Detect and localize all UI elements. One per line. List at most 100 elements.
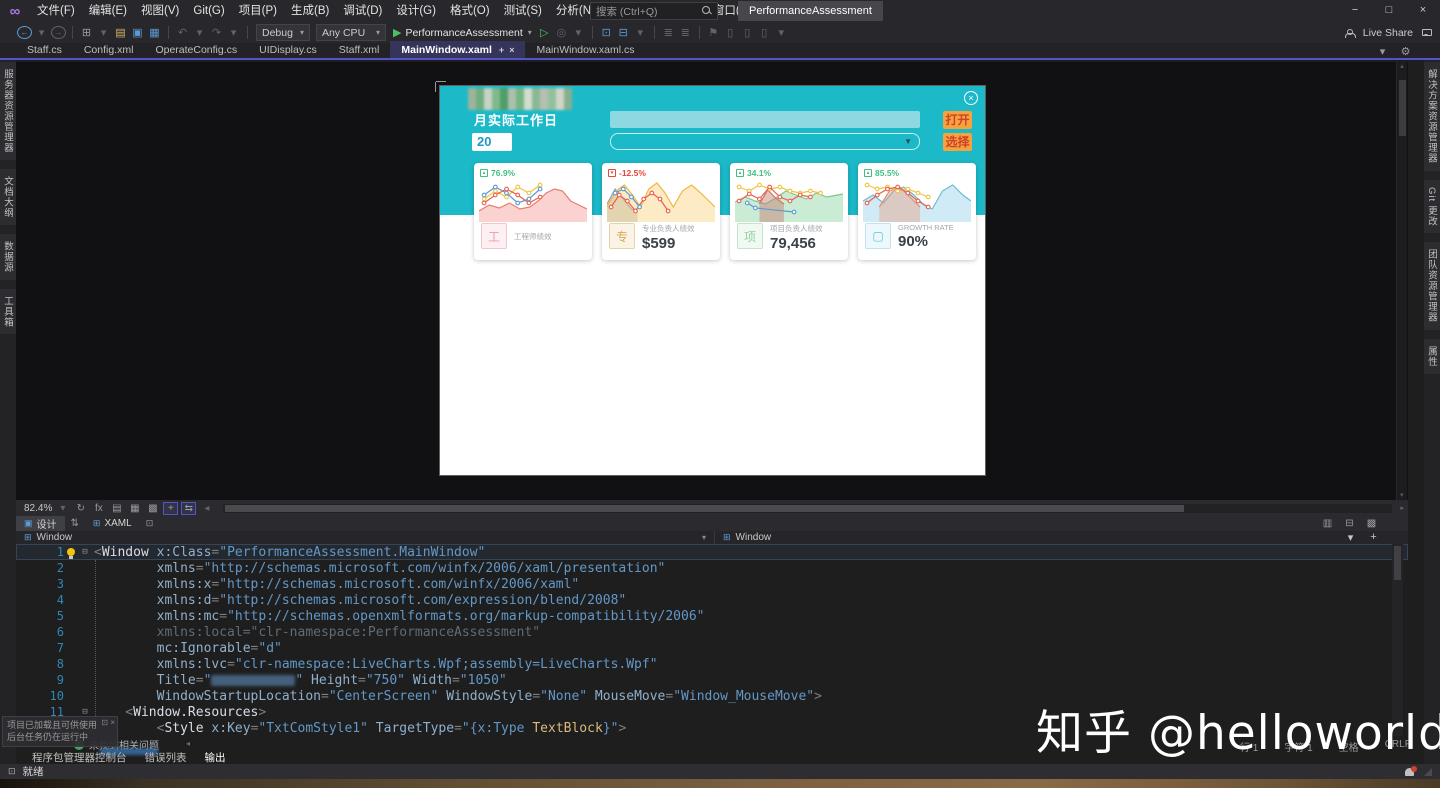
new-project-icon[interactable]: ⊞ (79, 26, 94, 39)
scrollbar-thumb[interactable] (1394, 546, 1401, 580)
zoom-level[interactable]: 82.4% (24, 503, 52, 514)
lightbulb-icon[interactable] (67, 548, 75, 556)
redo-icon[interactable]: ↷ (209, 26, 224, 39)
code-line[interactable]: 5 xmlns:mc="http://schemas.openxmlformat… (16, 608, 1408, 624)
split-add-icon[interactable]: + (1366, 531, 1381, 544)
properties-window-icon[interactable]: ⊟ (616, 26, 631, 39)
live-share-icon[interactable] (1345, 29, 1354, 37)
design-canvas[interactable]: 月实际工作日 20 ▼ 打开 选择 × ▴76.9%工工程师绩效▾-12.5%专… (440, 86, 985, 475)
code-line[interactable]: 7 mc:Ignorable="d" (16, 640, 1408, 656)
tab-Staff.cs[interactable]: Staff.cs (16, 41, 73, 58)
open-folder-icon[interactable]: ▤ (113, 26, 128, 39)
close-button[interactable]: × (1406, 0, 1440, 22)
nav-back-icon[interactable]: ← (17, 26, 32, 39)
panel-tab[interactable]: 解决方案资源管理器 (1424, 62, 1440, 171)
snapline-icon[interactable]: ▩ (145, 503, 160, 514)
caret-icon[interactable]: ▾ (192, 26, 207, 39)
breadcrumb-left-pane[interactable]: ⊞ Window ▾ (16, 532, 714, 543)
maximize-button[interactable]: □ (1372, 0, 1406, 22)
attach-process-icon[interactable]: ◎ (554, 26, 569, 39)
popout-icon[interactable]: ⊡ (140, 518, 160, 529)
tab-MainWindow.xaml[interactable]: MainWindow.xaml+× (390, 41, 525, 58)
code-line[interactable]: 2 xmlns="http://schemas.microsoft.com/wi… (16, 560, 1408, 576)
toggle-artboard-icon[interactable]: ⇆ (181, 502, 196, 515)
xaml-view-tab[interactable]: ⊞ XAML (85, 516, 140, 531)
caret-icon[interactable]: ▾ (774, 26, 789, 39)
show-grid-icon[interactable]: ▤ (109, 503, 124, 514)
panel-tab[interactable]: 服务器资源管理器 (0, 62, 16, 160)
undo-icon[interactable]: ↶ (175, 26, 190, 39)
caret-icon[interactable]: ▾ (633, 26, 648, 39)
caret-icon[interactable]: ▾ (226, 26, 241, 39)
menu-item[interactable]: 设计(G) (389, 0, 443, 22)
quick-search-box[interactable]: 搜索 (Ctrl+Q) (590, 2, 718, 20)
notification-bell-icon[interactable] (1405, 768, 1414, 776)
menu-item[interactable]: 格式(O) (443, 0, 497, 22)
feedback-icon[interactable] (1422, 29, 1432, 36)
effects-icon[interactable]: fx (91, 503, 106, 514)
designer-vertical-scrollbar[interactable]: ▴▾ (1396, 62, 1407, 500)
scroll-left-icon[interactable]: ◂ (199, 503, 214, 514)
menu-item[interactable]: 项目(P) (232, 0, 284, 22)
caret-icon[interactable]: ▾ (96, 26, 111, 39)
code-line[interactable]: 1⊟<Window x:Class="PerformanceAssessment… (16, 544, 1408, 560)
design-view-tab[interactable]: ▣ 设计 (16, 516, 65, 531)
scroll-right-icon[interactable]: ▸ (1400, 504, 1404, 512)
platform-dropdown[interactable]: Any CPU▾ (316, 24, 386, 41)
swap-panes-icon[interactable]: ⇅ (65, 518, 85, 529)
zoom-caret-icon[interactable]: ▾ (55, 503, 70, 514)
breadcrumb-element[interactable]: Window (37, 532, 73, 543)
caret-icon[interactable]: ▾ (34, 26, 49, 39)
panel-tab[interactable]: 属性 (1424, 339, 1440, 374)
tab-OperateConfig.cs[interactable]: OperateConfig.cs (144, 41, 248, 58)
menu-item[interactable]: 视图(V) (134, 0, 186, 22)
bookmark-clear-icon[interactable]: ▯ (757, 26, 772, 39)
save-all-icon[interactable]: ▦ (147, 26, 162, 39)
toast-close-icon[interactable]: ⊡ × (101, 718, 115, 727)
code-line[interactable]: 4 xmlns:d="http://schemas.microsoft.com/… (16, 592, 1408, 608)
code-line[interactable]: 8 xmlns:lvc="clr-namespace:LiveCharts.Wp… (16, 656, 1408, 672)
save-icon[interactable]: ▣ (130, 26, 145, 39)
pin-icon[interactable]: + (499, 45, 504, 55)
xaml-designer-surface[interactable]: 月实际工作日 20 ▼ 打开 选择 × ▴76.9%工工程师绩效▾-12.5%专… (16, 62, 1408, 500)
nav-forward-icon[interactable]: → (51, 26, 66, 39)
open-button[interactable]: 打开 (943, 111, 972, 129)
menu-item[interactable]: 生成(B) (284, 0, 336, 22)
scrollbar-caret-icon[interactable]: ▾ (1343, 531, 1358, 544)
scrollbar-thumb[interactable] (225, 505, 1184, 512)
tab-Config.xml[interactable]: Config.xml (73, 41, 145, 58)
split-horizontal-icon[interactable]: ⊟ (1342, 518, 1357, 529)
tab-MainWindow.xaml.cs[interactable]: MainWindow.xaml.cs (525, 41, 645, 58)
bookmark-icon[interactable]: ⚑ (706, 26, 721, 39)
refresh-icon[interactable]: ↻ (73, 503, 88, 514)
snap-grid-icon[interactable]: ▦ (127, 503, 142, 514)
doc-overflow-icon[interactable]: ▾ (1375, 45, 1390, 58)
scroll-left-icon[interactable]: ◂ (186, 739, 190, 748)
menu-item[interactable]: 文件(F) (30, 0, 82, 22)
solution-explorer-icon[interactable]: ⊡ (599, 26, 614, 39)
live-share-button[interactable]: Live Share (1363, 27, 1413, 39)
preview-close-icon[interactable]: × (964, 91, 978, 105)
scrollbar-thumb[interactable] (1399, 80, 1406, 136)
panel-tab[interactable]: Git 更改 (1424, 180, 1440, 234)
resize-grip[interactable] (1424, 768, 1432, 776)
bookmark-next-icon[interactable]: ▯ (740, 26, 755, 39)
tab-UIDisplay.cs[interactable]: UIDisplay.cs (248, 41, 328, 58)
start-without-debugging-icon[interactable]: ▷ (537, 26, 552, 39)
menu-item[interactable]: 编辑(E) (82, 0, 134, 22)
output-window-icon[interactable]: ⊡ (8, 766, 16, 777)
panel-tab[interactable]: 工具箱 (0, 289, 16, 335)
code-line[interactable]: 9 Title="" Height="750" Width="1050" (16, 672, 1408, 688)
swap-panes-icon[interactable]: ▩ (1364, 518, 1379, 529)
select-button[interactable]: 选择 (943, 133, 972, 151)
caret-icon[interactable]: ▾ (571, 26, 586, 39)
code-line[interactable]: 3 xmlns:x="http://schemas.microsoft.com/… (16, 576, 1408, 592)
solution-config-dropdown[interactable]: Debug▾ (256, 24, 310, 41)
fold-collapse-icon[interactable]: ⊟ (78, 547, 92, 557)
menu-item[interactable]: 测试(S) (497, 0, 549, 22)
breadcrumb-element[interactable]: Window (736, 532, 772, 543)
chevron-down-icon[interactable]: ▾ (702, 533, 706, 542)
breadcrumb-right-pane[interactable]: ⊞ Window (715, 532, 779, 543)
staff-dropdown[interactable]: ▼ (610, 133, 920, 150)
window-options-icon[interactable]: ⚙ (1398, 45, 1413, 58)
